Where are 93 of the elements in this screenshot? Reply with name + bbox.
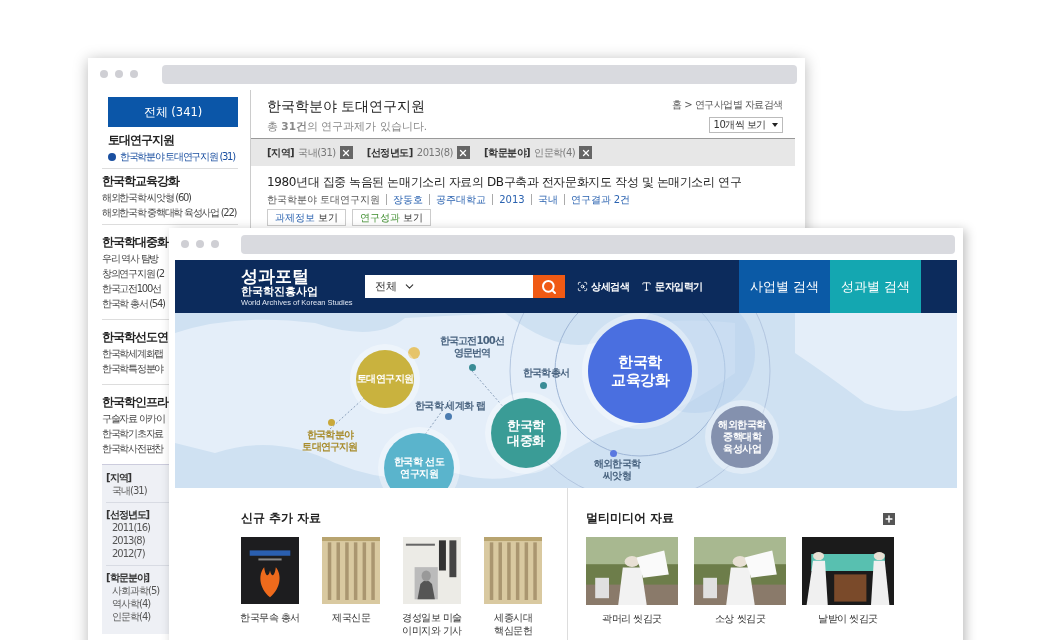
remove-filter-button[interactable] <box>579 146 593 159</box>
meta-link[interactable]: 2013 <box>492 194 531 205</box>
category-heading: 한국학선도연 <box>102 330 168 345</box>
map-point[interactable] <box>468 363 476 371</box>
page-title: 한국학분야 토대연구지원 <box>267 98 427 116</box>
close-icon <box>458 147 469 158</box>
category-link[interactable]: 한국학사전편찬 <box>102 441 163 456</box>
keyboard-link[interactable]: 문자입력기 <box>641 279 703 294</box>
item-caption[interactable]: 세종시대 핵심문헌 <box>494 611 532 637</box>
all-category-button[interactable]: 전체 (341) <box>108 97 238 127</box>
section-title: 신규 추가 자료 <box>241 510 322 527</box>
close-icon <box>341 147 352 158</box>
letter-icon <box>641 281 652 292</box>
item-caption[interactable]: 제국신문 <box>332 611 370 624</box>
category-link[interactable]: 한국학특정분야 <box>102 361 163 376</box>
category-link[interactable]: 한국학세계화랩 <box>102 346 163 361</box>
page-size-select[interactable]: 10개씩 보기 <box>708 117 783 133</box>
category-heading: 한국학인프라 <box>102 395 168 410</box>
filter-link[interactable]: 사회과학(5) <box>112 584 160 597</box>
map-point[interactable] <box>539 381 547 389</box>
scope-select[interactable]: 전체 <box>375 279 416 294</box>
filter-label: [학문분야] <box>483 145 531 160</box>
map-point[interactable] <box>609 449 617 457</box>
item-caption[interactable]: 경성일보 미술 이미지와 기사 <box>402 611 462 637</box>
filter-link[interactable]: 인문학(4) <box>112 610 151 623</box>
filter-value: 인문학(4) <box>534 145 576 160</box>
view-button[interactable]: 연구성과 보기 <box>352 209 431 226</box>
search-icon <box>541 278 557 295</box>
filter-heading: [지역] <box>106 471 132 484</box>
item-caption[interactable]: 곽머리 씻김굿 <box>602 612 662 625</box>
filter-heading: [학문분야] <box>106 571 150 584</box>
window-dot <box>181 240 189 248</box>
plus-icon <box>884 513 894 524</box>
category-heading: 한국학교육강화 <box>102 174 179 189</box>
item-caption[interactable]: 한국무속 총서 <box>240 611 300 624</box>
point-label: 한국고전100선 영문번역 <box>439 335 505 359</box>
caret-icon <box>772 123 778 127</box>
remove-filter-button[interactable] <box>456 146 470 159</box>
category-link[interactable]: 구술자료 아카이 <box>102 411 165 426</box>
search-icon <box>577 281 588 292</box>
meta-link[interactable]: 공주대학교 <box>429 194 493 205</box>
logo-subtitle: 한국학진흥사업 <box>241 284 318 298</box>
result-title[interactable]: 1980년대 집중 녹음된 논매기소리 자료의 DB구축과 전자문화지도 작성 및 논매기소리 연구 <box>267 174 779 190</box>
point-label: 한국학분야 토대연구지원 <box>302 429 358 453</box>
item-caption[interactable]: 날받이 씻김굿 <box>818 612 878 625</box>
point-label: 해외한국학 씨앗형 <box>594 458 640 482</box>
filter-link[interactable]: 역사학(4) <box>112 597 151 610</box>
filter-label: [선정년도] <box>366 145 413 160</box>
search-tab[interactable]: 사업별 검색 <box>739 260 830 313</box>
view-button[interactable]: 과제정보 보기 <box>267 209 346 226</box>
item-caption[interactable]: 소상 씻김굿 <box>714 612 766 625</box>
category-link[interactable]: 한국고전100선 <box>102 281 161 296</box>
section-title: 멀티미디어 자료 <box>586 510 675 527</box>
meta-link[interactable]: 국내 <box>530 194 564 205</box>
filter-value: 2013(8) <box>416 147 453 158</box>
bullet-icon <box>108 152 116 161</box>
filter-value: 국내(31) <box>298 145 336 160</box>
close-icon <box>580 147 591 158</box>
point-label: 한국학 세계화 랩 <box>415 400 485 412</box>
program-node[interactable]: 한국학 교육강화 <box>588 319 692 423</box>
more-button[interactable] <box>883 512 895 525</box>
category-link[interactable]: 해외한국학 씨앗형 (60) <box>102 190 191 205</box>
meta-text: 한국학분야 토대연구지원 <box>267 194 382 205</box>
window-dot <box>100 70 108 78</box>
category-link[interactable]: 한국학 총서 (54) <box>102 296 165 311</box>
category-heading: 한국학대중화 <box>102 235 168 250</box>
meta-link[interactable]: 연구결과 2건 <box>563 194 637 205</box>
category-heading: 토대연구지원 <box>108 133 174 148</box>
filter-link[interactable]: 국내(31) <box>112 484 147 497</box>
logo-title[interactable]: 성과포털 <box>241 266 309 285</box>
filter-link[interactable]: 2013(8) <box>112 534 145 547</box>
category-link[interactable]: 창의연구지원 (2 <box>102 266 164 281</box>
filter-heading: [선정년도] <box>106 508 150 521</box>
category-link[interactable]: 한국학분야 토대연구지원 (31) <box>108 149 235 164</box>
point-label: 한국학총서 <box>523 367 569 379</box>
window-dot <box>130 70 138 78</box>
map-point[interactable] <box>327 418 335 426</box>
category-link[interactable]: 해외한국학 중핵대학 육성사업 (22) <box>102 205 237 220</box>
detail-search-link[interactable]: 상세검색 <box>577 279 629 294</box>
window-dot <box>115 70 123 78</box>
window-dot <box>211 240 219 248</box>
result-count: 총 31건의 연구과제가 있습니다. <box>267 120 427 134</box>
filter-link[interactable]: 2012(7) <box>112 547 145 560</box>
filter-label: [지역] <box>267 145 295 160</box>
search-button[interactable] <box>533 275 565 298</box>
window-dot <box>196 240 204 248</box>
filter-link[interactable]: 2011(16) <box>112 521 150 534</box>
remove-filter-button[interactable] <box>339 146 353 159</box>
category-link[interactable]: 우리 역사 탐방 <box>102 251 158 266</box>
category-link[interactable]: 한국학기초자료 <box>102 426 163 441</box>
breadcrumb: 홈 > 연구사업별 자료검색 <box>672 98 783 112</box>
map-point[interactable] <box>444 412 452 420</box>
meta-link[interactable]: 장동호 <box>386 194 430 205</box>
